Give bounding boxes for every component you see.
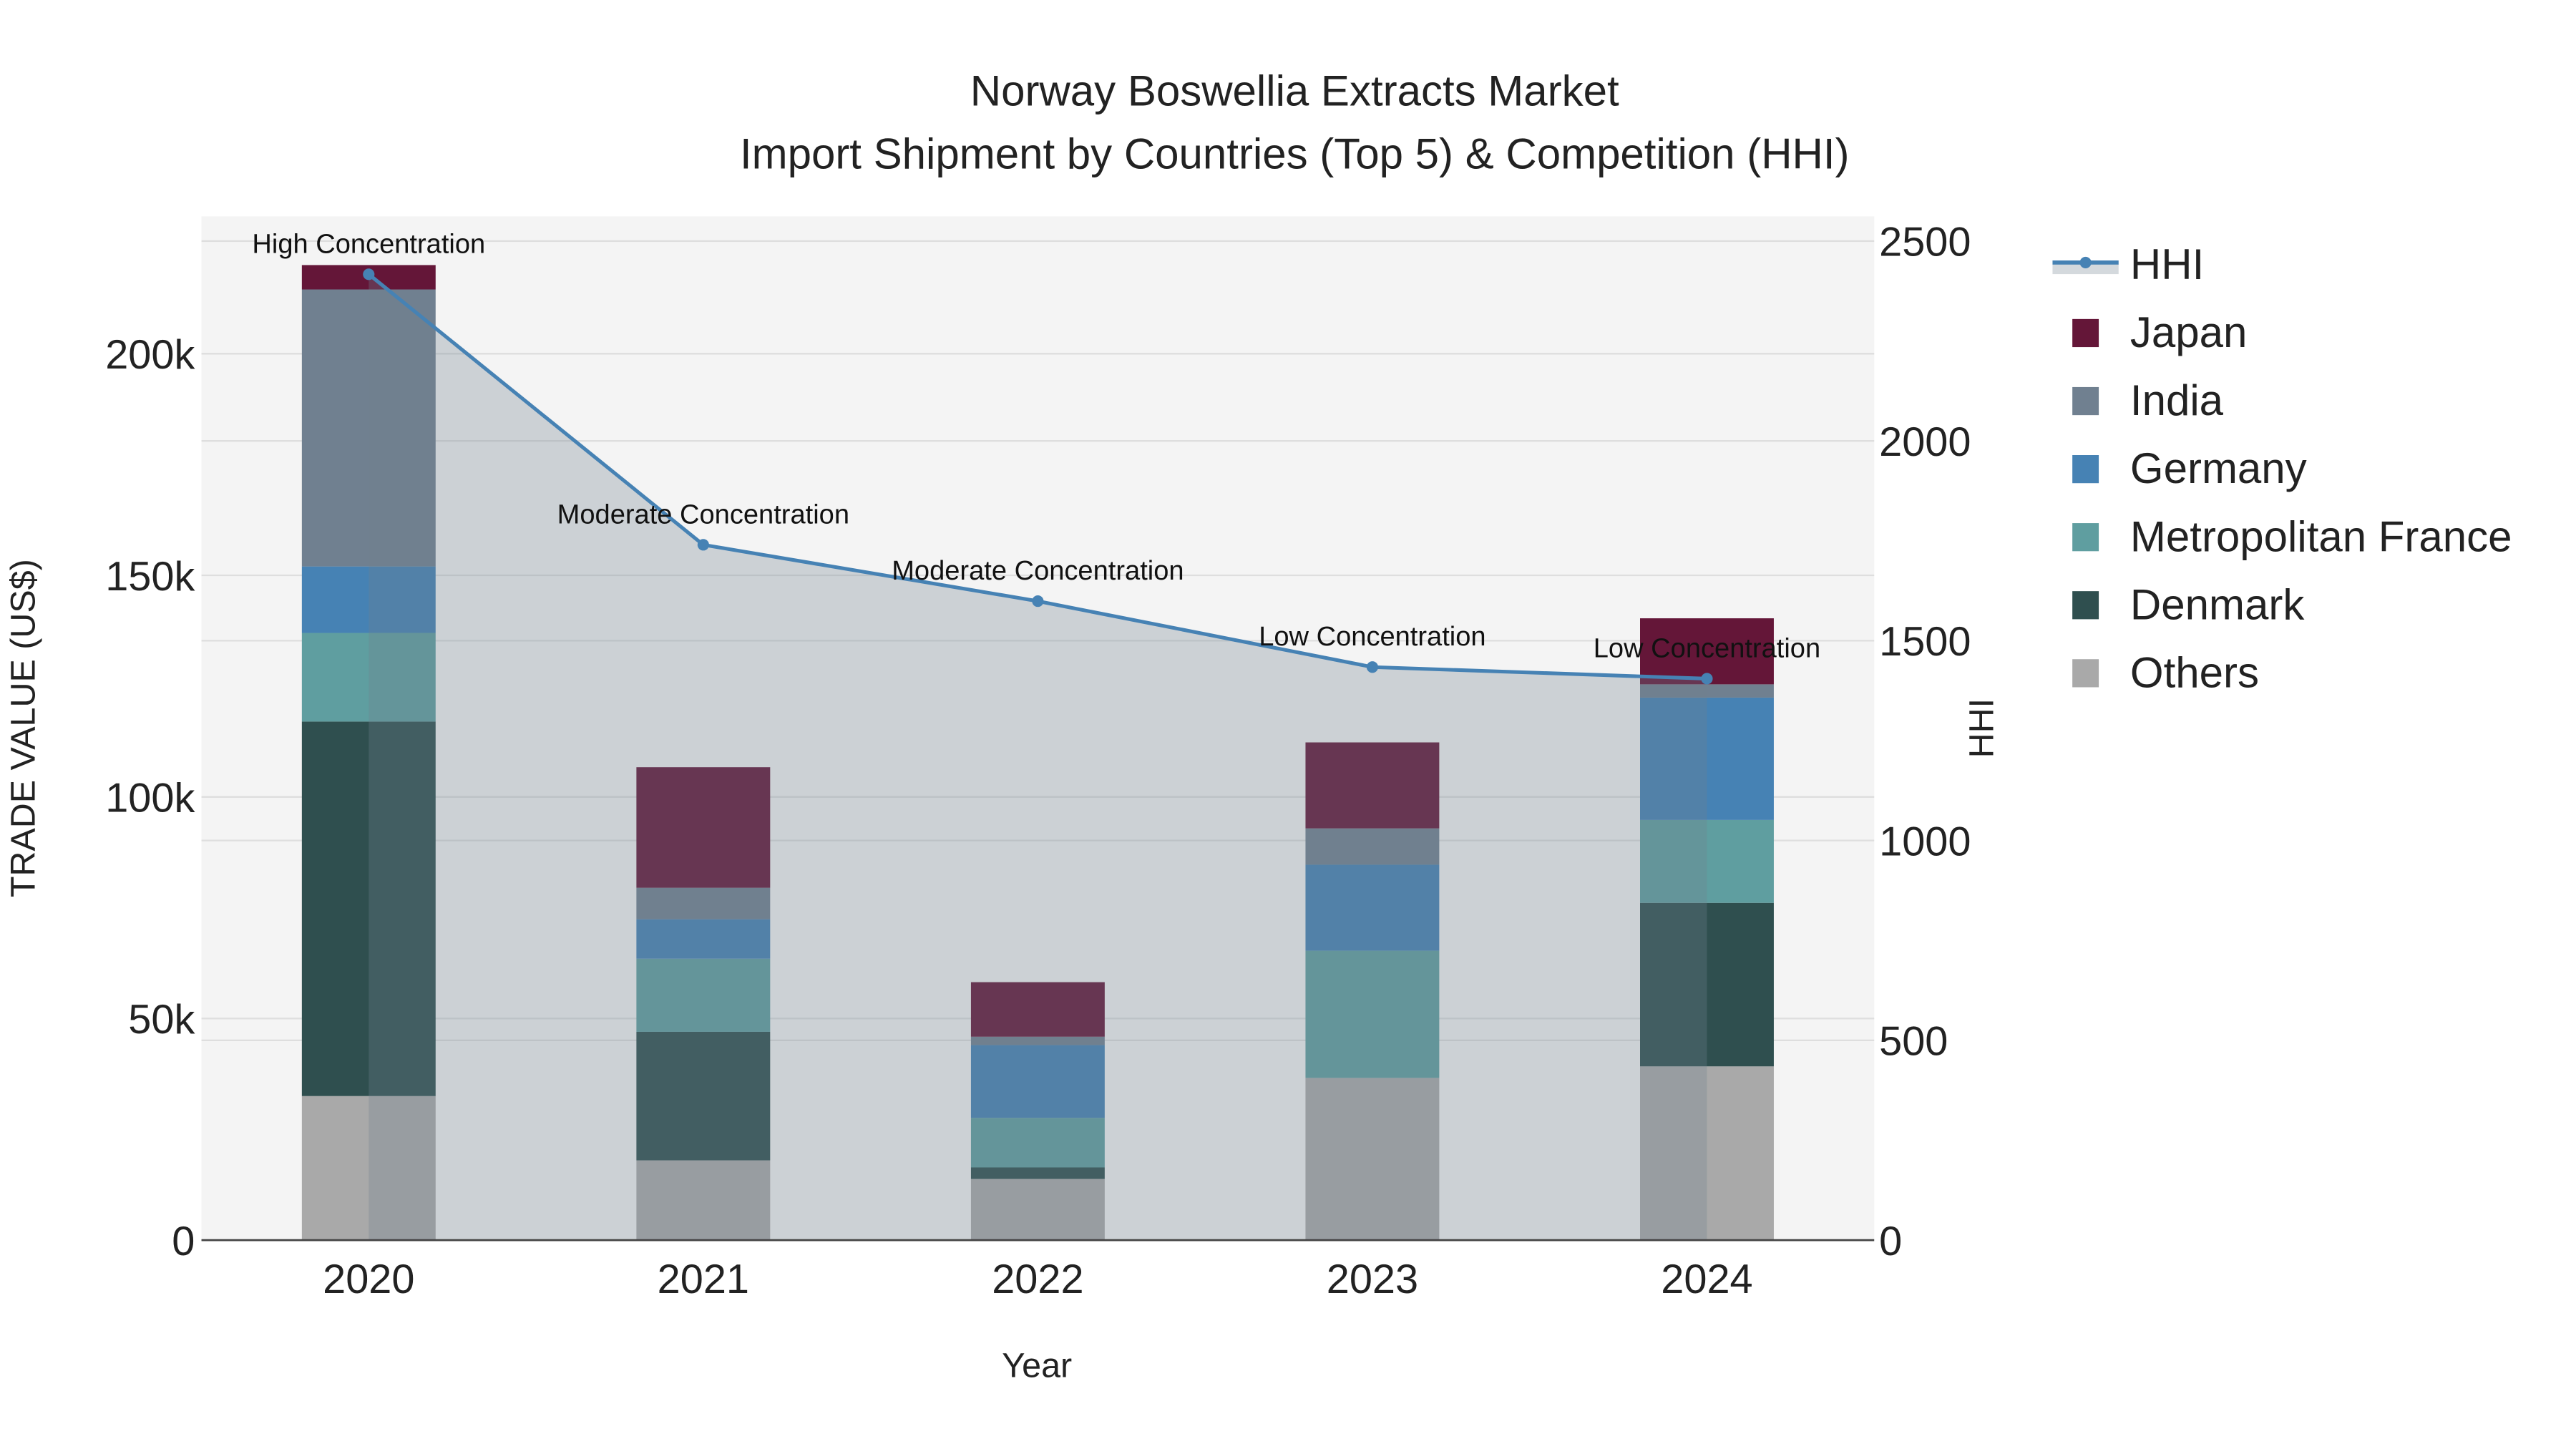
y-tick-label: 150k	[105, 554, 195, 600]
hhi-point	[1032, 595, 1044, 608]
hhi-point	[363, 268, 375, 280]
legend-swatch-germany	[2072, 455, 2099, 484]
y2-tick-label: 500	[1879, 1019, 1948, 1065]
x-tick-label: 2022	[992, 1257, 1083, 1302]
y-tick-label: 200k	[105, 332, 195, 378]
hhi-point	[697, 539, 709, 551]
hhi-annotation: Moderate Concentration	[557, 499, 849, 530]
legend-label: HHI	[2130, 240, 2204, 288]
y2-tick-label: 2500	[1879, 220, 1971, 265]
legend-label: Japan	[2130, 308, 2247, 356]
x-tick-label: 2020	[323, 1257, 414, 1302]
hhi-annotation: Low Concentration	[1594, 633, 1820, 663]
y2-tick-label: 2000	[1879, 419, 1971, 465]
hhi-annotation: Moderate Concentration	[892, 556, 1184, 586]
legend-swatch-others	[2072, 659, 2099, 688]
hhi-point	[1701, 673, 1713, 685]
hhi-annotation: High Concentration	[252, 229, 485, 259]
legend-swatch-india	[2072, 386, 2099, 416]
legend-swatch-japan	[2072, 318, 2099, 348]
chart: Norway Boswellia Extracts Market Import …	[4, 67, 2512, 1385]
x-tick-label: 2024	[1661, 1257, 1752, 1302]
chart-title-line2: Import Shipment by Countries (Top 5) & C…	[740, 130, 1850, 177]
legend-hhi-marker	[2079, 256, 2092, 268]
legend-swatch-denmark	[2072, 591, 2099, 620]
legend-label: Denmark	[2130, 580, 2305, 628]
hhi-annotation: Low Concentration	[1259, 622, 1485, 652]
chart-title-line1: Norway Boswellia Extracts Market	[970, 67, 1619, 115]
y-tick-label: 50k	[128, 997, 195, 1043]
y-axis-label: TRADE VALUE (US$)	[4, 559, 42, 897]
hhi-point	[1366, 661, 1378, 673]
legend-label: Metropolitan France	[2130, 512, 2512, 560]
legend-swatch-metropolitan-france	[2072, 523, 2099, 552]
legend-label: Germany	[2130, 444, 2307, 492]
legend-label: India	[2130, 376, 2224, 424]
y-tick-label: 100k	[105, 775, 195, 821]
x-tick-label: 2021	[658, 1257, 749, 1302]
y2-tick-label: 0	[1879, 1219, 1902, 1264]
x-tick-label: 2023	[1327, 1257, 1418, 1302]
y2-tick-label: 1500	[1879, 619, 1971, 665]
y2-axis-label: HHI	[1962, 698, 2001, 758]
x-axis-label: Year	[1002, 1347, 1072, 1385]
y-tick-label: 0	[172, 1219, 195, 1264]
legend-label: Others	[2130, 648, 2259, 696]
legend: HHI Japan India Germany Metropolitan France D…	[2052, 240, 2512, 696]
y2-tick-label: 1000	[1879, 819, 1971, 864]
